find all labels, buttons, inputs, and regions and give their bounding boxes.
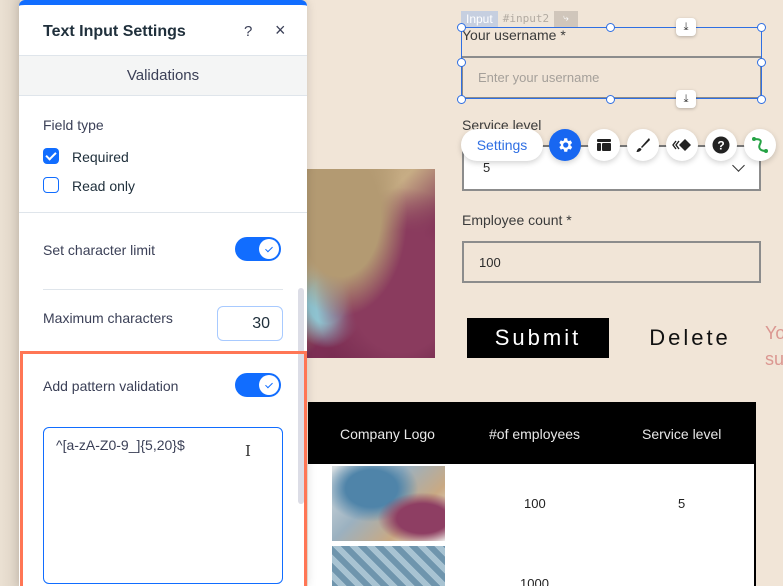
close-button[interactable]: × (275, 20, 286, 41)
pattern-validation-label: Add pattern validation (43, 378, 179, 394)
connect-data-icon[interactable] (744, 129, 776, 161)
username-input[interactable]: Enter your username (461, 56, 762, 99)
text-cursor-icon: I (245, 442, 251, 460)
stretch-anchor-icon[interactable]: ⤓ (676, 90, 696, 108)
resize-handle[interactable] (606, 23, 615, 32)
read-only-checkbox[interactable] (43, 177, 59, 193)
service-level-cell: 5 (678, 496, 686, 511)
tab-validations[interactable]: Validations (19, 56, 307, 96)
company-logo-image (332, 466, 445, 541)
stretch-anchor-icon[interactable]: ⤓ (676, 18, 696, 36)
check-icon (259, 239, 279, 259)
required-label[interactable]: Required (72, 149, 129, 165)
design-brush-icon[interactable] (627, 129, 659, 161)
employees-cell: 1000 (520, 576, 549, 586)
connect-icon[interactable]: ⤷ (554, 11, 578, 27)
animation-icon[interactable] (666, 129, 698, 161)
char-limit-toggle[interactable] (235, 237, 281, 261)
canvas-left-edge (0, 0, 20, 586)
element-type-label: Input (461, 11, 498, 27)
panel-title: Text Input Settings (43, 23, 186, 40)
help-button[interactable]: ? (244, 23, 252, 40)
username-label: Your username * (462, 27, 566, 43)
delete-button[interactable]: Delete (630, 318, 750, 358)
resize-handle[interactable] (457, 95, 466, 104)
column-header[interactable]: Service level (642, 426, 721, 442)
required-checkbox[interactable] (43, 148, 59, 164)
employees-cell: 100 (524, 496, 546, 511)
error-message: Yo su (765, 320, 783, 372)
divider (19, 212, 307, 213)
column-header[interactable]: #of employees (489, 426, 580, 442)
error-text-line: Yo (765, 323, 783, 343)
submit-button[interactable]: Submit (467, 318, 609, 358)
error-text-line: su (765, 349, 783, 369)
check-icon (259, 375, 279, 395)
divider (43, 289, 283, 290)
employee-count-label: Employee count * (462, 212, 572, 228)
element-tag: Input #input2 ⤷ (461, 11, 578, 27)
service-level-value: 5 (483, 160, 491, 175)
char-limit-label: Set character limit (43, 242, 156, 258)
svg-text:?: ? (717, 139, 724, 153)
table-header: Company Logo #of employees Service level (308, 402, 756, 464)
max-chars-input[interactable] (217, 306, 283, 341)
max-chars-label: Maximum characters (43, 310, 173, 326)
settings-button[interactable]: Settings (461, 129, 543, 161)
hero-photo[interactable] (300, 169, 435, 358)
layout-icon[interactable] (588, 129, 620, 161)
company-logo-image (332, 546, 445, 586)
help-icon[interactable]: ? (705, 129, 737, 161)
text-input-settings-panel: Text Input Settings ? × Validations Fiel… (19, 0, 307, 586)
resize-handle[interactable] (757, 95, 766, 104)
pattern-validation-toggle[interactable] (235, 373, 281, 397)
employee-count-input[interactable]: 100 (462, 241, 761, 283)
element-toolbar: Settings ? (461, 128, 779, 162)
companies-table: Company Logo #of employees Service level… (308, 402, 756, 586)
field-type-label: Field type (43, 117, 104, 133)
resize-handle[interactable] (757, 23, 766, 32)
panel-scrollbar[interactable] (298, 288, 304, 504)
element-id-label[interactable]: #input2 (497, 11, 555, 27)
panel-header[interactable]: Text Input Settings ? × (19, 5, 307, 56)
read-only-label[interactable]: Read only (72, 178, 135, 194)
column-header[interactable]: Company Logo (340, 426, 435, 442)
resize-handle[interactable] (757, 58, 766, 67)
resize-handle[interactable] (457, 58, 466, 67)
gear-icon[interactable] (549, 129, 581, 161)
resize-handle[interactable] (457, 23, 466, 32)
resize-handle[interactable] (606, 95, 615, 104)
